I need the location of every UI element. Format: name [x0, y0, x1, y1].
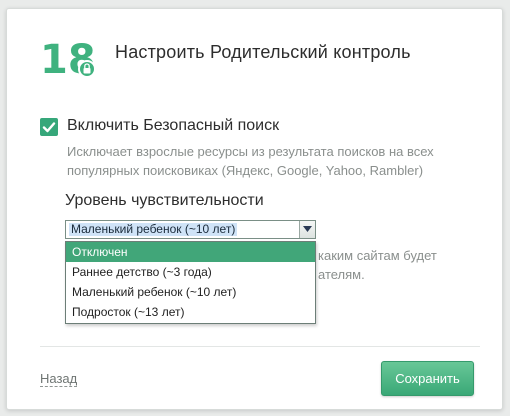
age-18-logo: 18 [40, 35, 96, 83]
dialog-title: Настроить Родительский контроль [115, 42, 411, 62]
safe-search-label[interactable]: Включить Безопасный поиск [67, 117, 279, 135]
sensitivity-select-value: Маленький ребенок (~10 лет) [69, 222, 238, 236]
footer-divider [40, 346, 480, 347]
chevron-down-icon [303, 226, 312, 232]
sensitivity-description-line1: каким сайтам будет [318, 248, 437, 263]
sensitivity-description-line2: ателям. [318, 267, 365, 282]
dropdown-arrow-button[interactable] [299, 221, 315, 238]
sensitivity-select[interactable]: Маленький ребенок (~10 лет) [65, 220, 316, 239]
checkmark-icon [42, 122, 56, 133]
dropdown-option-teenager[interactable]: Подросток (~13 лет) [66, 302, 315, 322]
dropdown-option-off[interactable]: Отключен [66, 242, 315, 262]
sensitivity-dropdown-list: Отключен Раннее детство (~3 года) Малень… [65, 241, 316, 324]
lock-icon [78, 60, 96, 78]
safe-search-description: Исключает взрослые ресурсы из результата… [67, 144, 434, 178]
sensitivity-level-label: Уровень чувствительности [65, 192, 264, 209]
dropdown-option-small-child[interactable]: Маленький ребенок (~10 лет) [66, 282, 315, 302]
back-link[interactable]: Назад [40, 371, 78, 387]
parental-control-dialog: 18 Настроить Родительский контроль Включ… [6, 8, 503, 410]
save-button[interactable]: Сохранить [381, 361, 474, 396]
dropdown-option-early-childhood[interactable]: Раннее детство (~3 года) [66, 262, 315, 282]
age-18-logo-graphic: 18 [40, 37, 96, 83]
safe-search-checkbox[interactable] [40, 118, 58, 136]
